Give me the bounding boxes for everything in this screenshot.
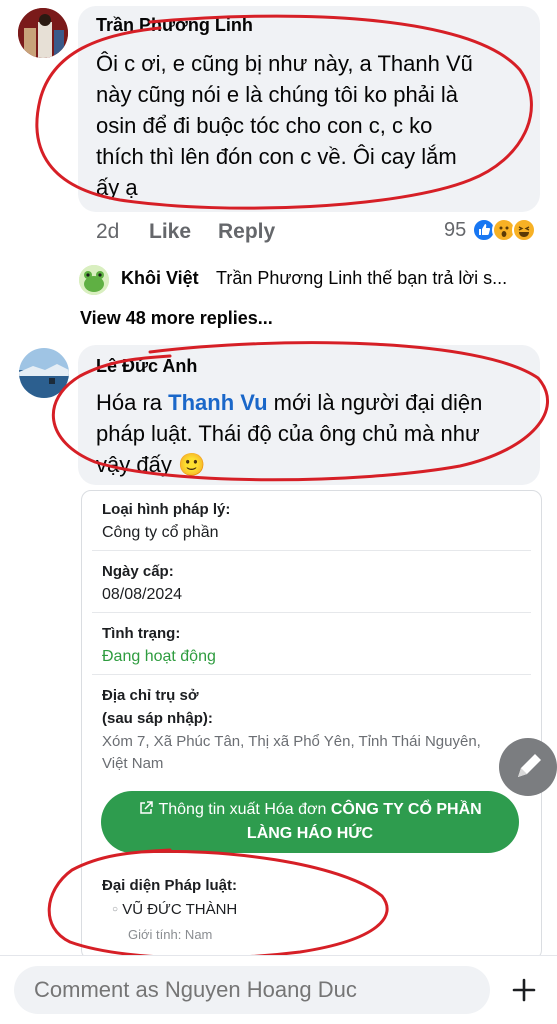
avatar-le-duc-anh[interactable] bbox=[19, 348, 69, 398]
invoice-info-button[interactable]: Thông tin xuất Hóa đơn CÔNG TY CỔ PHẦN L… bbox=[101, 791, 519, 853]
pencil-icon bbox=[518, 754, 541, 777]
invoice-button-company: CÔNG TY CỔ PHẦN bbox=[330, 801, 482, 818]
comment-text-line: Ôi c ơi, e cũng bị như này, a Thanh Vũ bbox=[96, 51, 473, 76]
comment-text-line: osin để đi buộc tóc cho con c, c ko bbox=[96, 113, 433, 138]
address-value: Việt Nam bbox=[102, 755, 164, 772]
company-info-attachment[interactable]: Loại hình pháp lý: Công ty cổ phần Ngày … bbox=[81, 490, 542, 960]
comment-bubble: Trần Phương Linh Ôi c ơi, e cũng bị như … bbox=[78, 6, 540, 212]
comment-text-line: pháp luật. Thái độ của ông chủ mà như bbox=[96, 421, 480, 446]
legal-rep-item: ○ VŨ ĐỨC THÀNH bbox=[112, 901, 237, 918]
reply-button[interactable]: Reply bbox=[218, 220, 275, 244]
legal-rep-gender: Giới tính: Nam bbox=[128, 927, 213, 942]
avatar-tran-phuong-linh[interactable] bbox=[18, 8, 68, 58]
address-label: Địa chỉ trụ sở bbox=[102, 687, 199, 704]
invoice-button-company: LÀNG HÁO HỨC bbox=[246, 825, 374, 842]
issue-date-value: 08/08/2024 bbox=[102, 586, 183, 603]
legal-type-value: Công ty cổ phần bbox=[102, 524, 219, 541]
comment-bubble: Lê Đức Anh Hóa ra Thanh Vu mới là người … bbox=[78, 345, 540, 485]
status-label: Tình trạng: bbox=[102, 625, 181, 642]
address-value: Xóm 7, Xã Phúc Tân, Thị xã Phổ Yên, Tỉnh… bbox=[102, 733, 481, 750]
plus-icon bbox=[512, 978, 536, 1002]
address-label: (sau sáp nhập): bbox=[102, 710, 213, 727]
comment-text: vậy đấy bbox=[96, 452, 172, 477]
comment-text-line: này cũng nói e là chúng tôi ko phải là bbox=[96, 82, 459, 107]
external-link-icon bbox=[138, 800, 154, 816]
comment-text-line: ấy ạ bbox=[96, 175, 138, 200]
avatar-khoi-viet[interactable] bbox=[79, 265, 109, 295]
edit-fab-button[interactable] bbox=[499, 738, 557, 796]
status-value: Đang hoạt động bbox=[102, 648, 216, 665]
status-row: Tình trạng: Đang hoạt động bbox=[92, 613, 531, 675]
mention-link[interactable]: Thanh Vu bbox=[168, 390, 267, 415]
add-attachment-button[interactable] bbox=[506, 972, 542, 1008]
issue-date-row: Ngày cấp: 08/08/2024 bbox=[92, 551, 531, 613]
haha-icon bbox=[512, 218, 536, 242]
comment-text-line: Hóa ra Thanh Vu mới là người đại diện bbox=[96, 387, 482, 418]
reaction-count[interactable]: 95 bbox=[444, 219, 466, 242]
smile-emoji-icon: 🙂 bbox=[177, 453, 206, 478]
comment-text: mới là người đại diện bbox=[267, 390, 483, 415]
issue-date-label: Ngày cấp: bbox=[102, 563, 174, 580]
reply-snippet: Trần Phương Linh thế bạn trả lời s... bbox=[216, 268, 508, 288]
reply-author[interactable]: Khôi Việt bbox=[121, 268, 199, 289]
view-more-replies-link[interactable]: View 48 more replies... bbox=[80, 308, 273, 329]
comment-input[interactable] bbox=[14, 966, 490, 1014]
comment-composer bbox=[0, 955, 557, 1024]
invoice-button-label: Thông tin xuất Hóa đơn bbox=[158, 801, 327, 818]
legal-type-row: Loại hình pháp lý: Công ty cổ phần bbox=[92, 491, 531, 551]
comment-author[interactable]: Lê Đức Anh bbox=[96, 356, 197, 377]
legal-rep-name: VŨ ĐỨC THÀNH bbox=[122, 901, 238, 918]
reply-preview[interactable]: Khôi Việt Trần Phương Linh thế bạn trả l… bbox=[79, 265, 539, 295]
bullet-icon: ○ bbox=[112, 904, 119, 915]
legal-rep-label: Đại diện Pháp luật: bbox=[102, 877, 238, 894]
comment-author[interactable]: Trần Phương Linh bbox=[96, 15, 253, 36]
comment-timestamp[interactable]: 2d bbox=[96, 220, 119, 244]
comment-text-line: thích thì lên đón con c về. Ôi cay lắm bbox=[96, 144, 457, 169]
comment-text-line: vậy đấy 🙂 bbox=[96, 449, 205, 481]
address-row: Địa chỉ trụ sở (sau sáp nhập): Xóm 7, Xã… bbox=[92, 675, 531, 779]
comment-text: Hóa ra bbox=[96, 390, 169, 415]
legal-type-label: Loại hình pháp lý: bbox=[102, 501, 231, 518]
like-button[interactable]: Like bbox=[149, 220, 191, 244]
